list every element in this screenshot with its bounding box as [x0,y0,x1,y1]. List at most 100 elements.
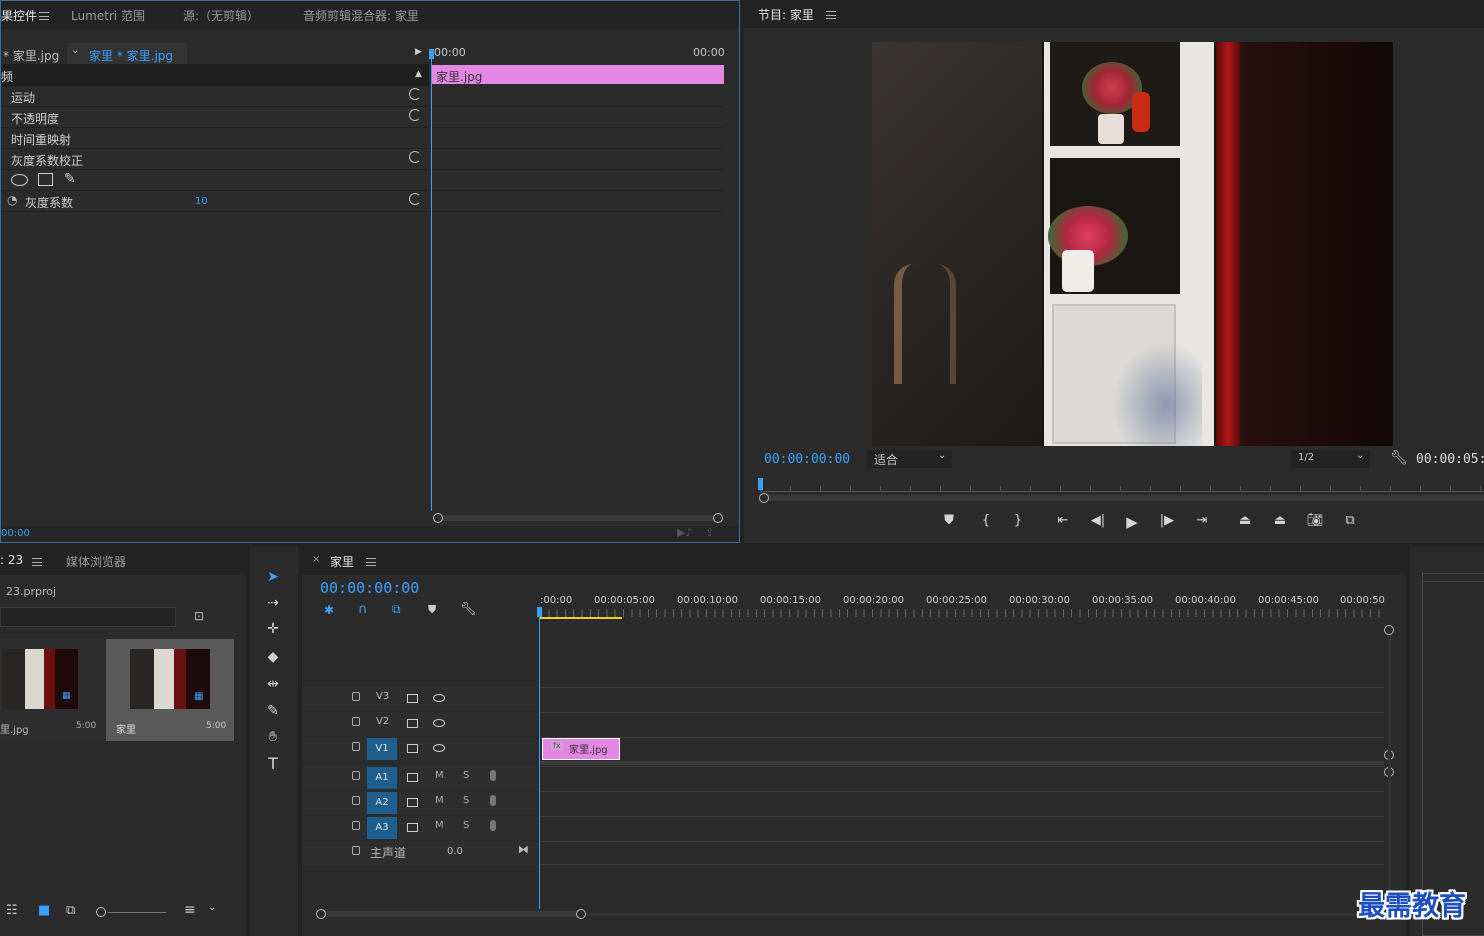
sync-lock-icon[interactable] [407,798,418,807]
selection-tool-icon[interactable]: ➤ [262,567,284,587]
tab-program[interactable]: 节目: 家里 [758,6,814,23]
project-search-input[interactable] [0,607,176,627]
step-back-icon[interactable]: ◀| [1088,513,1108,528]
add-marker-icon[interactable]: ⛊ [428,603,436,617]
effect-row-opacity[interactable]: 不透明度 [1,107,429,128]
program-video-frame[interactable] [872,42,1393,446]
timeline-settings-wrench-icon[interactable]: 🔧︎ [460,602,477,617]
step-forward-icon[interactable]: |▶ [1157,513,1177,528]
nest-sequence-icon[interactable]: ✱ [324,603,334,617]
fx-badge[interactable]: fx [551,741,563,750]
track-target-a2[interactable]: A2 [367,792,397,814]
timeline-zoom-end[interactable] [576,909,586,919]
zoom-end-handle[interactable] [713,513,723,523]
mark-out-icon[interactable]: } [1008,513,1028,528]
program-scrub-ruler[interactable] [760,478,1484,492]
reset-icon[interactable] [409,193,421,205]
collapse-arrow-icon[interactable]: ▲ [415,69,422,79]
video-section-header[interactable]: 频 ▲ [1,65,429,86]
expand-arrow-icon[interactable]: ▶ [415,47,422,57]
current-time[interactable]: 00:00 [1,528,30,539]
tab-sequence[interactable]: 家里 [330,553,354,570]
panel-menu-icon[interactable] [32,558,42,566]
export-icon[interactable]: ⇪ [705,526,714,539]
pen-mask-icon[interactable]: ✎ [64,171,76,187]
reset-icon[interactable] [409,151,421,163]
timeline-playhead-handle[interactable] [537,607,542,617]
panel-menu-icon[interactable] [826,11,836,19]
zoom-slider-track[interactable] [108,912,166,913]
sync-lock-icon[interactable] [407,719,418,728]
solo-button[interactable]: S [463,770,469,781]
lock-icon[interactable] [352,796,360,805]
master-volume-value[interactable]: 0.0 [447,846,463,857]
master-clip-label[interactable]: * 家里.jpg [3,47,59,64]
lock-icon[interactable] [352,846,360,855]
sort-icon[interactable]: ≡ [184,902,196,918]
effect-row-gamma[interactable]: 灰度系数校正 [1,149,429,170]
zoom-slider-handle[interactable] [96,907,106,917]
tab-project[interactable]: : 23 [0,553,23,567]
linked-selection-icon[interactable]: ⧉ [392,602,401,617]
track-select-tool-icon[interactable]: ⇢ [262,593,284,613]
ripple-edit-tool-icon[interactable]: ✛ [262,619,284,639]
icon-view-icon[interactable]: ■ [38,903,50,918]
track-target-v1[interactable]: V1 [367,738,397,760]
zoom-start-handle[interactable] [433,513,443,523]
sync-lock-icon[interactable] [407,823,418,832]
effects-zoom-scrollbar[interactable] [435,515,721,521]
video-audio-divider[interactable] [540,761,1384,765]
resolution-select[interactable]: 1/2 ⌄ [1290,450,1370,468]
go-to-end-icon[interactable]: ⧓ [518,843,529,856]
effect-clip-bar[interactable]: 家里.jpg [432,65,724,84]
lift-icon[interactable]: ⏏ [1235,513,1255,528]
effect-row-time-remap[interactable]: 时间重映射 [1,128,429,149]
tab-source[interactable]: 源:（无剪辑） [183,7,259,24]
panel-menu-icon[interactable] [366,558,376,566]
timeline-clip[interactable]: fx 家里.jpg [542,738,620,760]
vertical-scroll-handle-top[interactable] [1384,625,1394,635]
project-item-sequence[interactable]: ▦ 家里 5:00 [106,639,234,741]
chevron-down-icon[interactable]: ⌄ [208,902,216,913]
timeline-timecode[interactable]: 00:00:00:00 [320,579,419,597]
sync-lock-icon[interactable] [407,773,418,782]
new-bin-icon[interactable]: ⊡ [194,609,204,623]
project-item-jpg[interactable]: ▦ 里.jpg 5:00 [0,639,104,741]
microphone-icon[interactable] [490,820,496,831]
go-to-out-icon[interactable]: ⇥ [1192,513,1212,528]
tab-lumetri-scopes[interactable]: Lumetri 范围 [71,7,145,24]
mark-in-icon[interactable]: { [976,513,996,528]
rectangle-mask-icon[interactable] [38,173,53,186]
add-marker-icon[interactable]: ⛊ [939,513,959,528]
sync-lock-icon[interactable] [407,744,418,753]
playhead-handle[interactable] [429,49,434,59]
microphone-icon[interactable] [490,770,496,781]
type-tool-icon[interactable]: T [262,754,284,774]
program-playhead[interactable] [758,478,763,490]
lock-icon[interactable] [352,742,360,751]
panel-menu-icon[interactable] [39,12,49,20]
freeform-view-icon[interactable]: ⧉ [66,903,75,918]
timeline-scroll-track[interactable] [586,913,1386,916]
vertical-scrollbar[interactable] [1388,635,1391,895]
timeline-zoom-start[interactable] [316,909,326,919]
param-value[interactable]: 10 [195,196,208,207]
program-zoom-handle[interactable] [759,493,769,503]
hand-tool-icon[interactable]: ✋︎ [262,727,284,747]
microphone-icon[interactable] [490,795,496,806]
timeline-zoom-bar[interactable] [322,911,582,917]
play-audio-icon[interactable]: ▶♪ [677,526,692,539]
track-target-a1[interactable]: A1 [367,767,397,789]
solo-button[interactable]: S [463,820,469,831]
timeline-playhead[interactable] [539,609,540,909]
solo-button[interactable]: S [463,795,469,806]
go-to-in-icon[interactable]: ⇤ [1053,513,1073,528]
export-frame-icon[interactable]: 📷︎ [1305,513,1325,528]
extract-icon[interactable]: ⏏ [1270,513,1290,528]
reset-icon[interactable] [409,109,421,121]
lock-icon[interactable] [352,821,360,830]
tab-audio-clip-mixer[interactable]: 音频剪辑混合器: 家里 [303,7,419,24]
tab-effect-controls[interactable]: 果控件 [1,7,37,24]
fit-select[interactable]: 适合 ⌄ [866,450,952,468]
program-zoom-bar[interactable] [766,495,1484,501]
